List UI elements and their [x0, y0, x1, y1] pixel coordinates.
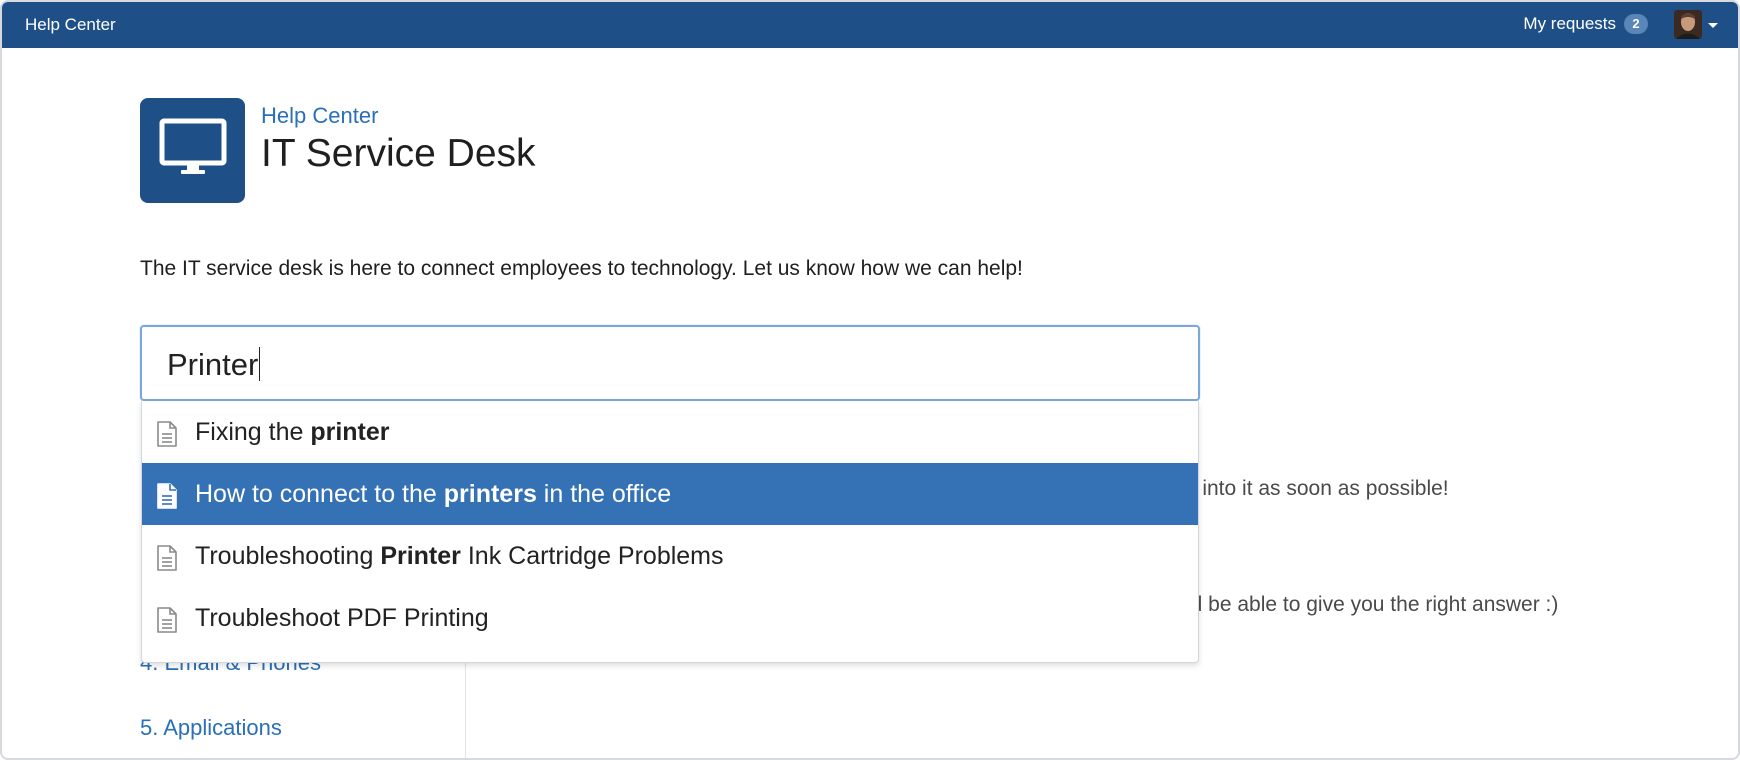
- text-cursor: [259, 347, 261, 381]
- app-window: Help Center My requests 2 Help Center IT…: [0, 0, 1740, 760]
- suggestion-item-highlighted[interactable]: How to connect to the printers in the of…: [142, 463, 1198, 525]
- suggestion-label: How to connect to the printers in the of…: [195, 480, 672, 508]
- my-requests-link[interactable]: My requests 2: [1523, 14, 1648, 34]
- suggestion-item[interactable]: Troubleshooting Printer Ink Cartridge Pr…: [142, 525, 1198, 587]
- suggestion-label: Troubleshooting Printer Ink Cartridge Pr…: [195, 542, 724, 570]
- document-icon: [156, 607, 178, 633]
- monitor-icon: [159, 118, 227, 183]
- top-navigation-bar: Help Center My requests 2: [2, 2, 1738, 48]
- search-suggestions-dropdown: Fixing the printer How to connect to the…: [141, 401, 1199, 663]
- background-text-fragment: k into it as soon as possible!: [1186, 477, 1449, 500]
- intro-text: The IT service desk is here to connect e…: [140, 257, 1023, 280]
- help-center-brand-link[interactable]: Help Center: [25, 15, 116, 35]
- search-input[interactable]: Printer: [140, 325, 1200, 401]
- breadcrumb-help-center[interactable]: Help Center: [261, 103, 378, 129]
- search-input-value: Printer: [167, 347, 261, 382]
- my-requests-label: My requests: [1523, 14, 1616, 33]
- requests-count-badge: 2: [1624, 14, 1648, 34]
- user-menu-chevron-down-icon[interactable]: [1708, 23, 1718, 28]
- suggestion-item[interactable]: Fixing the printer: [142, 401, 1198, 463]
- service-desk-logo: [140, 98, 245, 203]
- user-avatar[interactable]: [1674, 10, 1702, 39]
- background-text-fragment: ld be able to give you the right answer …: [1186, 593, 1559, 616]
- document-icon: [156, 421, 178, 447]
- page-title: IT Service Desk: [261, 132, 536, 175]
- column-divider: [465, 662, 466, 758]
- suggestion-label: Fixing the printer: [195, 418, 390, 446]
- sidebar-item-applications[interactable]: 5. Applications: [140, 715, 282, 741]
- suggestion-item[interactable]: Troubleshoot PDF Printing: [142, 587, 1198, 649]
- suggestion-label: Troubleshoot PDF Printing: [195, 604, 489, 632]
- document-icon: [156, 545, 178, 571]
- document-icon: [156, 483, 178, 509]
